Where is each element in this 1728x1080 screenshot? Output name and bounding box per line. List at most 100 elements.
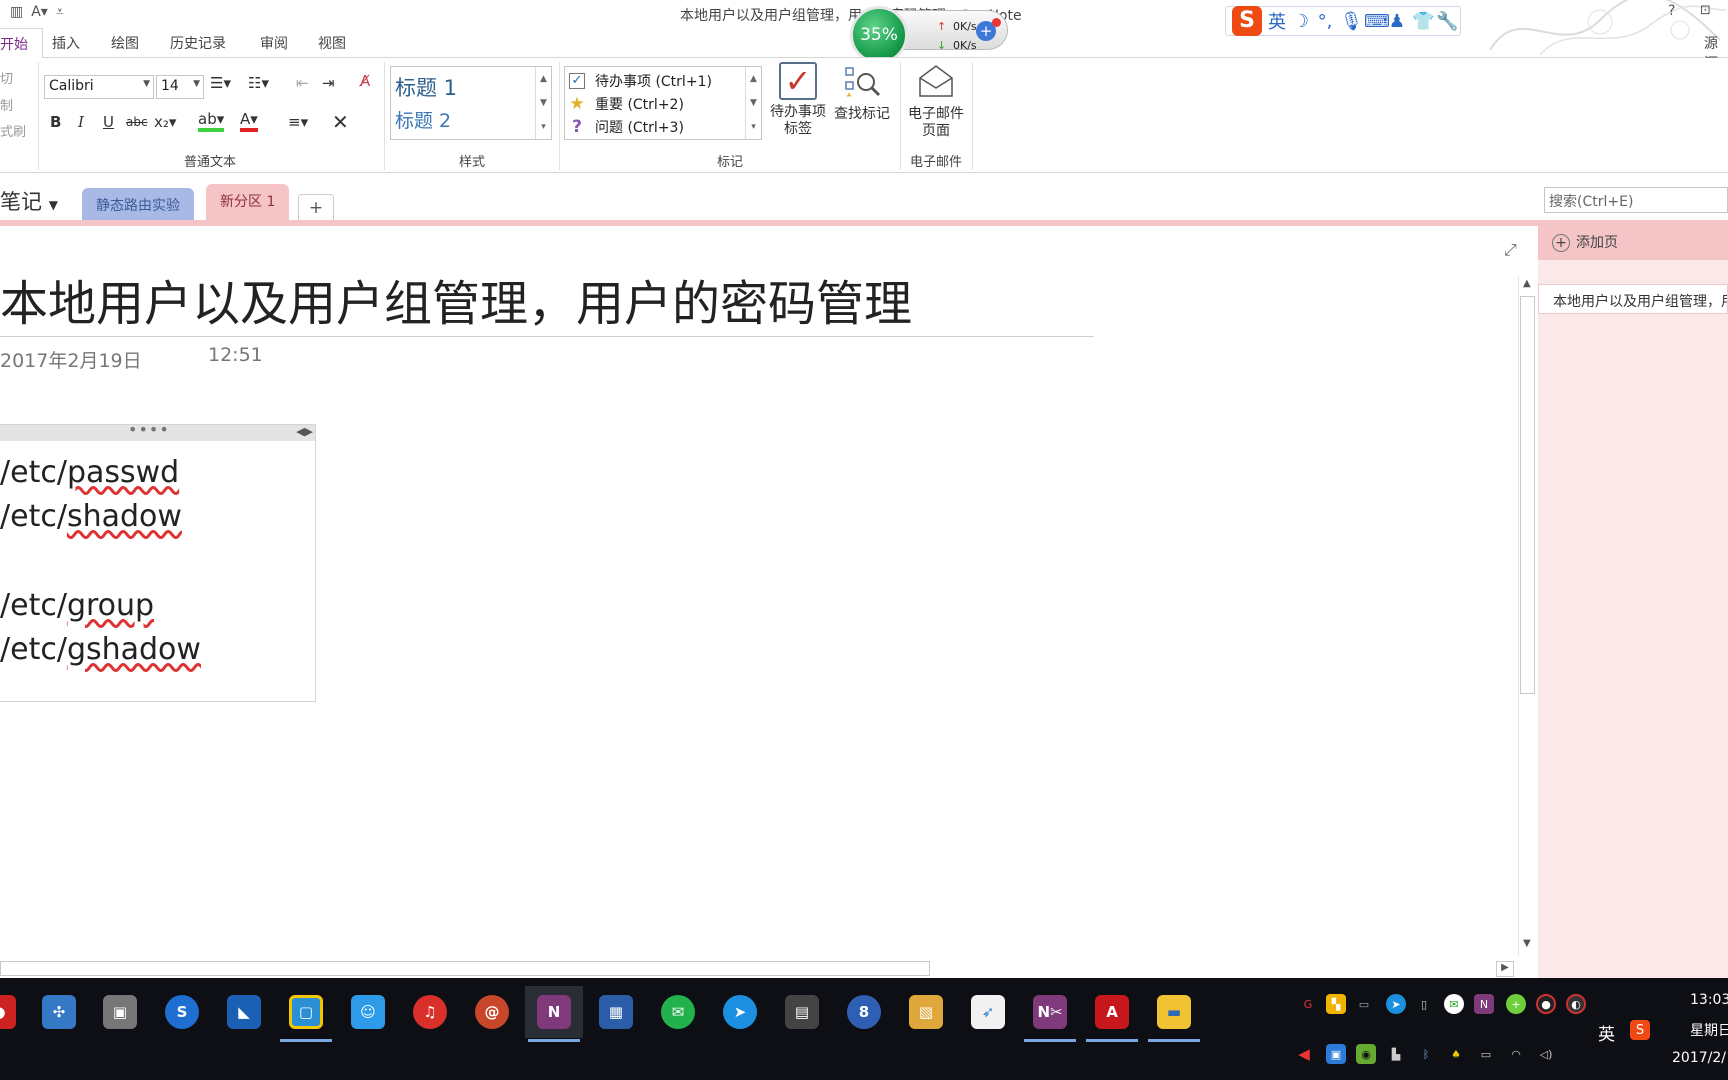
taskbar-app-start[interactable]: ● [0, 986, 28, 1038]
taskbar-app-calculator[interactable]: ▤ [773, 986, 831, 1038]
strikethrough-icon[interactable]: abc [126, 115, 148, 129]
bluetooth-icon[interactable]: ᛒ [1416, 1044, 1436, 1064]
help-icon[interactable]: ? [1668, 3, 1675, 19]
clear-formatting-icon[interactable]: A̸ [360, 72, 370, 90]
subscript-icon[interactable]: x₂▾ [154, 113, 176, 131]
add-page-button[interactable]: + 添加页 [1538, 226, 1728, 260]
tray-feiq-icon[interactable]: ➤ [1386, 994, 1406, 1014]
taskbar-app-photos[interactable]: ▣ [91, 986, 149, 1038]
taskbar-app-onenote[interactable]: N [525, 986, 583, 1042]
tray-record-icon[interactable]: ● [1536, 994, 1556, 1014]
bold-icon[interactable]: B [50, 113, 61, 131]
taskbar-app-mail[interactable]: ➶ [959, 986, 1017, 1038]
page-list-item[interactable]: 本地用户以及用户组管理，用户的密码管理 [1538, 284, 1728, 314]
tray-volume-muted-icon[interactable]: ◀ [1294, 1044, 1314, 1064]
format-painter-button[interactable]: 式刷 [0, 121, 26, 140]
align-icon[interactable]: ≡▾ [288, 113, 308, 131]
full-page-view-icon[interactable]: ⤢ [1504, 240, 1517, 260]
email-page-button[interactable]: 电子邮件 页面 [902, 62, 970, 140]
tray-sogou-icon[interactable]: S [1630, 1020, 1650, 1040]
tag-todo[interactable]: ✓ 待办事项 (Ctrl+1) [569, 71, 712, 91]
notebook-name[interactable]: 笔记 ▼ [0, 186, 58, 216]
bullets-icon[interactable]: ☰▾ [210, 74, 231, 92]
taskbar-app-snail[interactable]: @ [463, 986, 521, 1038]
font-size-select[interactable]: 14 ▼ [156, 75, 204, 99]
chevron-down-icon[interactable]: ▼ [536, 91, 551, 115]
taskbar-app-video[interactable]: ▦ [587, 986, 645, 1038]
section-tab-static-routing[interactable]: 静态路由实验 [82, 188, 194, 220]
container-handle[interactable]: •••• ◀▶ [0, 420, 315, 441]
tray-onenote-icon[interactable]: N [1474, 994, 1494, 1014]
section-tab-new-section[interactable]: 新分区 1 [206, 184, 290, 220]
volume-icon[interactable]: ◁) [1536, 1044, 1556, 1064]
clock-date[interactable]: 2017/2/ [1672, 1050, 1726, 1066]
tray-nvidia-icon[interactable]: ◉ [1356, 1044, 1376, 1064]
dock-window-icon[interactable]: ▥ [10, 4, 23, 20]
numbering-icon[interactable]: ☷▾ [248, 74, 269, 92]
taskbar-app-virtualbox[interactable]: ▢ [277, 986, 335, 1042]
tray-usb-icon[interactable]: ▯ [1414, 994, 1434, 1014]
tag-question[interactable]: ? 问题 (Ctrl+3) [569, 117, 684, 137]
taskbar-app-netease-music[interactable]: ♫ [401, 986, 459, 1038]
scroll-down-icon[interactable]: ▼ [1523, 938, 1531, 949]
chevron-up-icon[interactable]: ▲ [536, 67, 551, 91]
decrease-indent-icon[interactable]: ⇤ [296, 74, 309, 92]
tray-app-icon[interactable]: ▭ [1354, 994, 1374, 1014]
note-line[interactable]: /etc/passwd [0, 455, 179, 490]
tray-qq-icon[interactable]: ♠ [1446, 1044, 1466, 1064]
tab-home[interactable]: 开始 [0, 28, 43, 59]
copy-button[interactable]: 制 [0, 95, 13, 114]
chevron-down-icon[interactable]: ▼ [746, 91, 761, 115]
tab-draw[interactable]: 绘图 [111, 33, 139, 53]
scroll-up-icon[interactable]: ▲ [1523, 278, 1531, 289]
highlight-icon[interactable]: ab▾ [198, 110, 225, 132]
customize-qat-icon[interactable]: ⩡ [56, 4, 64, 20]
scroll-thumb[interactable] [0, 961, 930, 976]
tray-app-icon[interactable]: ▚ [1326, 994, 1346, 1014]
clear-icon[interactable]: ✕ [332, 110, 349, 134]
tags-scroll[interactable]: ▲ ▼ ▾ [745, 67, 761, 139]
taskbar-app-network[interactable]: ✣ [30, 986, 88, 1038]
font-color-icon[interactable]: A▾ [240, 110, 258, 132]
scroll-thumb[interactable] [1520, 296, 1535, 694]
styles-gallery[interactable]: 标题 1 标题 2 ▲ ▼ ▾ [390, 66, 552, 140]
tab-insert[interactable]: 插入 [52, 33, 80, 53]
increase-indent-icon[interactable]: ⇥ [322, 74, 335, 92]
horizontal-scrollbar[interactable]: ▶ [0, 960, 1518, 978]
tab-review[interactable]: 审阅 [260, 33, 288, 53]
note-line[interactable]: /etc/group [0, 588, 154, 623]
font-name-select[interactable]: Calibri ▼ [44, 75, 154, 99]
taskbar-app-package[interactable]: ▧ [897, 986, 955, 1038]
vertical-scrollbar[interactable]: ▲ ▼ [1518, 276, 1536, 956]
drag-handle-icon[interactable]: •••• [128, 420, 170, 439]
page-title[interactable]: 本地用户以及用户组管理，用户的密码管理 [0, 264, 912, 334]
find-tags-button[interactable]: 查找标记 [830, 62, 894, 123]
taskbar-app-security[interactable]: 8 [835, 986, 893, 1038]
tray-wechat-icon[interactable]: ✉ [1444, 994, 1464, 1014]
note-line[interactable]: /etc/gshadow [0, 632, 201, 667]
taskbar-app-wechat[interactable]: ✉ [649, 986, 707, 1038]
battery-icon[interactable]: ▭ [1476, 1044, 1496, 1064]
tray-app-icon[interactable]: G [1298, 994, 1318, 1014]
restore-window-icon[interactable]: ⊡ [1700, 3, 1711, 18]
todo-tag-button[interactable]: ✓ 待办事项 标签 [764, 62, 832, 138]
note-container[interactable]: •••• ◀▶ /etc/passwd /etc/shadow /etc/gro… [0, 420, 316, 702]
tray-network-icon[interactable]: ▣ [1326, 1044, 1346, 1064]
scroll-right-icon[interactable]: ▶ [1496, 961, 1514, 977]
taskbar-app-feiq[interactable]: ➤ [711, 986, 769, 1038]
taskbar-app-sogou-browser[interactable]: S [153, 986, 211, 1038]
tray-plus-icon[interactable]: + [1506, 994, 1526, 1014]
more-icon[interactable]: ▾ [536, 115, 551, 139]
search-input[interactable]: 搜索(Ctrl+E) [1544, 187, 1728, 213]
resize-arrows-icon[interactable]: ◀▶ [296, 425, 313, 438]
tags-gallery[interactable]: ✓ 待办事项 (Ctrl+1) ★ 重要 (Ctrl+2) ? 问题 (Ctrl… [564, 66, 762, 140]
styles-scroll[interactable]: ▲ ▼ ▾ [535, 67, 551, 139]
note-line[interactable]: /etc/shadow [0, 499, 182, 534]
clock-weekday[interactable]: 星期日 [1690, 1020, 1728, 1040]
clock-time[interactable]: 13:03 [1690, 992, 1728, 1008]
cut-button[interactable]: 切 [0, 68, 13, 87]
tray-ime-indicator[interactable]: 英 [1598, 1020, 1615, 1045]
tray-devices-icon[interactable]: ▙ [1386, 1044, 1406, 1064]
tag-important[interactable]: ★ 重要 (Ctrl+2) [569, 94, 684, 114]
tab-history[interactable]: 历史记录 [170, 33, 226, 53]
